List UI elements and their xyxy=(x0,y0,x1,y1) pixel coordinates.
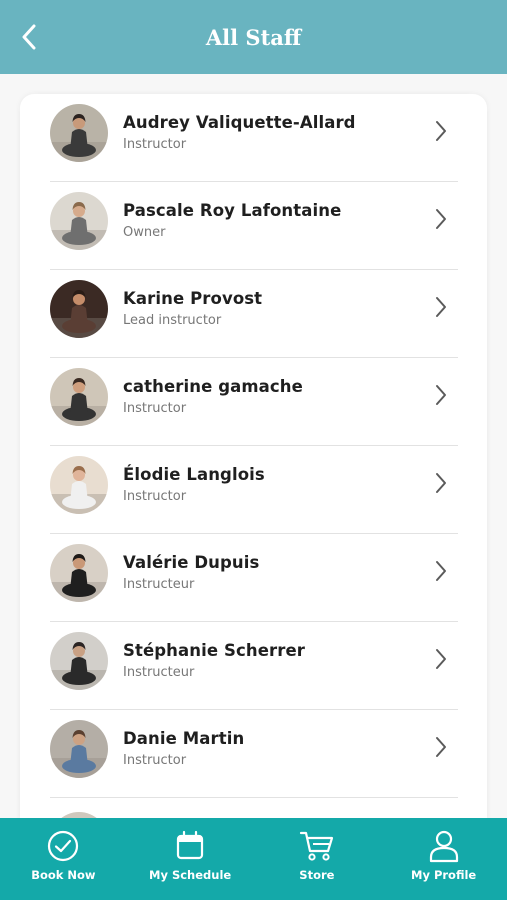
chevron-right-icon xyxy=(434,736,448,762)
chevron-right-icon xyxy=(434,208,448,234)
check-circle-icon xyxy=(48,830,79,862)
staff-row[interactable]: Stéphanie Scherrer Instructeur xyxy=(50,622,458,710)
chevron-right-icon xyxy=(434,472,448,498)
staff-info: Valérie Dupuis Instructeur xyxy=(123,553,259,592)
staff-name: Élodie Langlois xyxy=(123,465,265,484)
staff-avatar xyxy=(50,191,108,250)
staff-name: catherine gamache xyxy=(123,377,303,396)
tab-label: Book Now xyxy=(31,868,96,882)
staff-role: Owner xyxy=(123,225,166,240)
staff-avatar xyxy=(50,367,108,426)
tab-book-now[interactable]: Book Now xyxy=(0,818,127,900)
staff-role: Instructeur xyxy=(123,577,195,592)
staff-role: Instructeur xyxy=(123,665,195,680)
tab-label: Store xyxy=(299,868,335,882)
staff-avatar xyxy=(50,455,108,514)
staff-role: Lead instructor xyxy=(123,313,222,328)
cart-icon xyxy=(299,831,333,861)
staff-info: Élodie Langlois Instructor xyxy=(123,465,265,504)
bottom-tab-bar: Book Now My Schedule Store My Profile xyxy=(0,818,507,900)
staff-row[interactable]: Valérie Dupuis Instructeur xyxy=(50,534,458,622)
staff-avatar xyxy=(50,631,108,690)
staff-info: catherine gamache Instructor xyxy=(123,377,303,416)
staff-info: Karine Provost Lead instructor xyxy=(123,289,262,328)
staff-avatar xyxy=(50,103,108,162)
person-icon xyxy=(429,830,458,863)
staff-role: Instructor xyxy=(123,489,187,504)
staff-role: Instructor xyxy=(123,137,187,152)
staff-name: Danie Martin xyxy=(123,729,245,748)
staff-list-card: Audrey Valiquette-Allard Instructor Pascal… xyxy=(20,94,487,834)
chevron-right-icon xyxy=(434,560,448,586)
staff-info: Danie Martin Instructor xyxy=(123,729,244,768)
tab-store[interactable]: Store xyxy=(254,818,381,900)
calendar-icon xyxy=(177,830,204,860)
staff-role: Instructor xyxy=(123,753,187,768)
staff-role: Instructor xyxy=(123,401,187,416)
staff-row[interactable]: Audrey Valiquette-Allard Instructor xyxy=(50,94,458,182)
staff-list: Audrey Valiquette-Allard Instructor Pascal… xyxy=(50,94,458,834)
staff-name: Pascale Roy Lafontaine xyxy=(123,201,342,220)
back-button[interactable] xyxy=(14,22,44,52)
staff-row[interactable]: Pascale Roy Lafontaine Owner xyxy=(50,182,458,270)
staff-row[interactable]: Élodie Langlois Instructor xyxy=(50,446,458,534)
page-title: All Staff xyxy=(205,24,302,50)
staff-row[interactable]: Danie Martin Instructor xyxy=(50,710,458,798)
chevron-right-icon xyxy=(434,120,448,146)
staff-avatar xyxy=(50,543,108,602)
staff-row[interactable]: catherine gamache Instructor xyxy=(50,358,458,446)
tab-label: My Schedule xyxy=(149,868,232,882)
staff-name: Karine Provost xyxy=(123,289,263,308)
staff-row[interactable]: Karine Provost Lead instructor xyxy=(50,270,458,358)
staff-info: Audrey Valiquette-Allard Instructor xyxy=(123,113,356,152)
tab-label: My Profile xyxy=(411,868,477,882)
staff-avatar xyxy=(50,719,108,778)
staff-avatar xyxy=(50,279,108,338)
staff-info: Pascale Roy Lafontaine Owner xyxy=(123,201,341,240)
chevron-left-icon xyxy=(22,24,36,50)
tab-my-schedule[interactable]: My Schedule xyxy=(127,818,254,900)
chevron-right-icon xyxy=(434,648,448,674)
staff-name: Audrey Valiquette-Allard xyxy=(123,113,356,132)
chevron-right-icon xyxy=(434,296,448,322)
staff-name: Stéphanie Scherrer xyxy=(123,641,305,660)
staff-info: Stéphanie Scherrer Instructeur xyxy=(123,641,305,680)
staff-name: Valérie Dupuis xyxy=(123,553,260,572)
chevron-right-icon xyxy=(434,384,448,410)
tab-my-profile[interactable]: My Profile xyxy=(380,818,507,900)
app-header: All Staff xyxy=(0,0,507,74)
